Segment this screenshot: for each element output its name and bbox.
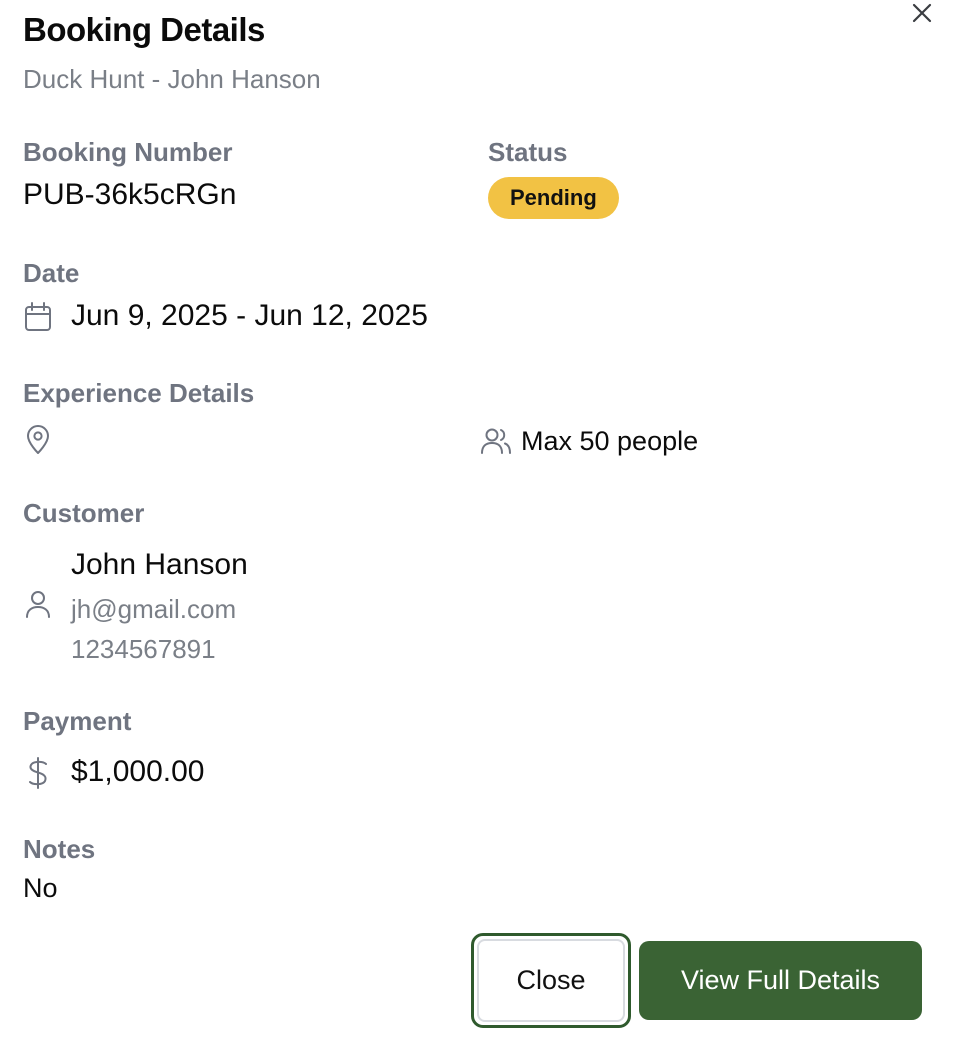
date-value: Jun 9, 2025 - Jun 12, 2025 [71, 299, 428, 332]
dialog-title: Booking Details [23, 11, 265, 48]
customer-label: Customer [23, 498, 145, 528]
status-label: Status [488, 137, 568, 167]
customer-phone: 1234567891 [71, 634, 216, 664]
customer-email: jh@gmail.com [71, 594, 237, 624]
users-icon [481, 428, 511, 454]
dollar-icon [29, 757, 47, 789]
booking-number-value: PUB-36k5cRGn [23, 178, 237, 211]
x-icon [912, 3, 932, 23]
close-dialog-button[interactable] [906, 0, 938, 26]
map-pin-icon [27, 425, 49, 454]
status-badge: Pending [488, 177, 619, 219]
payment-label: Payment [23, 706, 132, 736]
notes-value: No [23, 873, 58, 903]
booking-number-label: Booking Number [23, 137, 233, 167]
user-icon [26, 591, 50, 618]
experience-details-label: Experience Details [23, 378, 255, 408]
dialog-subtitle: Duck Hunt - John Hanson [23, 64, 321, 94]
calendar-icon [25, 302, 51, 331]
notes-label: Notes [23, 834, 96, 864]
view-full-details-button[interactable]: View Full Details [639, 941, 922, 1020]
close-button[interactable]: Close [477, 939, 625, 1022]
capacity-value: Max 50 people [521, 426, 699, 456]
close-button-focus-ring: Close [471, 933, 631, 1028]
booking-details-dialog: Booking Details Duck Hunt - John Hanson … [0, 0, 956, 1058]
date-label: Date [23, 258, 80, 288]
payment-amount: $1,000.00 [71, 755, 205, 788]
customer-name: John Hanson [71, 548, 248, 581]
